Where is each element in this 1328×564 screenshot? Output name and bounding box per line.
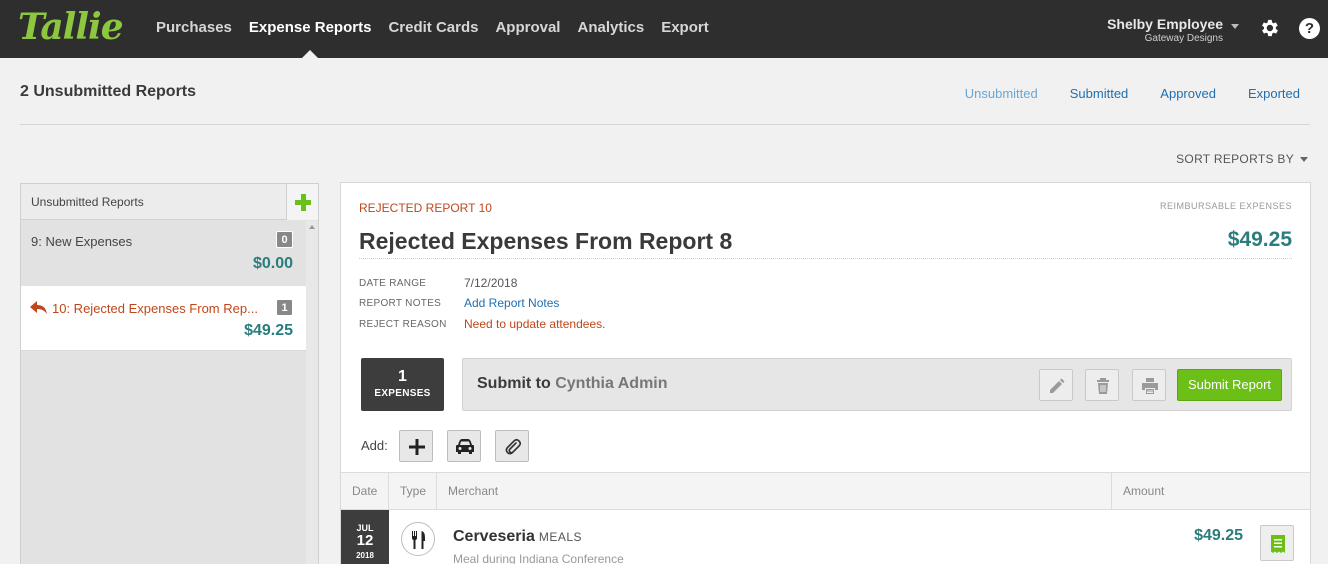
nav-expense-reports[interactable]: Expense Reports: [249, 0, 371, 58]
page-title: 2 Unsubmitted Reports: [20, 83, 197, 100]
top-nav-bar: Tallie Purchases Expense Reports Credit …: [0, 0, 1328, 58]
add-report-notes-link[interactable]: Add Report Notes: [464, 296, 559, 310]
rejected-reply-icon: [30, 301, 47, 314]
date-range-value: 7/12/2018: [464, 276, 518, 290]
sidebar-header: Unsubmitted Reports: [21, 184, 318, 220]
expense-count-box: 1 EXPENSES: [361, 358, 444, 411]
tab-unsubmitted[interactable]: Unsubmitted: [965, 86, 1038, 101]
tallie-logo[interactable]: Tallie: [18, 6, 124, 48]
submit-bar: Submit to Cynthia Admin Submit Report: [462, 358, 1292, 411]
sort-label: SORT REPORTS BY: [1176, 152, 1294, 166]
tab-exported[interactable]: Exported: [1248, 86, 1300, 101]
trash-icon: [1097, 378, 1109, 394]
report-total: $49.25: [1227, 228, 1292, 251]
add-mileage-button[interactable]: [447, 430, 481, 462]
receipt-icon: [1271, 535, 1285, 553]
column-header-date[interactable]: Date: [341, 473, 389, 509]
user-menu[interactable]: Shelby Employee Gateway Designs: [1107, 16, 1223, 44]
submit-report-button[interactable]: Submit Report: [1177, 369, 1282, 401]
add-report-button[interactable]: [286, 184, 318, 220]
title-divider: [359, 258, 1292, 259]
main-nav: Purchases Expense Reports Credit Cards A…: [156, 0, 726, 58]
expense-day: 12: [356, 532, 374, 549]
print-report-button[interactable]: [1132, 369, 1166, 401]
approver-name[interactable]: Cynthia Admin: [555, 375, 667, 392]
submit-prefix: Submit to: [477, 375, 551, 392]
tab-submitted[interactable]: Submitted: [1070, 86, 1129, 101]
nav-purchases[interactable]: Purchases: [156, 0, 232, 58]
scroll-up-icon[interactable]: [309, 225, 315, 229]
report-amount: $0.00: [252, 255, 293, 272]
user-name: Shelby Employee: [1107, 16, 1223, 32]
nav-credit-cards[interactable]: Credit Cards: [388, 0, 478, 58]
status-tabs: Unsubmitted Submitted Approved Exported: [933, 86, 1300, 101]
expense-description: Meal during Indiana Conference: [453, 552, 624, 564]
sidebar-scrollbar[interactable]: [306, 221, 318, 564]
view-receipt-button[interactable]: [1260, 525, 1294, 561]
add-label: Add:: [361, 438, 388, 453]
delete-report-button[interactable]: [1085, 369, 1119, 401]
reports-sidebar: Unsubmitted Reports 9: New Expenses 0 $0…: [20, 183, 319, 564]
attach-receipt-button[interactable]: [495, 430, 529, 462]
expense-count-badge: 0: [276, 231, 293, 248]
pencil-icon: [1050, 378, 1065, 393]
report-list-item[interactable]: 9: New Expenses 0 $0.00: [21, 221, 307, 286]
nav-approval[interactable]: Approval: [495, 0, 560, 58]
expense-table-header: Date Type Merchant Amount: [341, 472, 1310, 510]
header-divider: [20, 124, 1310, 125]
report-name: 9: New Expenses: [31, 234, 133, 249]
report-detail-card: REJECTED REPORT 10 REIMBURSABLE EXPENSES…: [340, 182, 1311, 564]
column-header-merchant[interactable]: Merchant: [437, 473, 1111, 509]
expense-count-label: EXPENSES: [374, 388, 431, 399]
date-range-label: DATE RANGE: [359, 278, 427, 289]
plus-icon: [409, 439, 425, 455]
report-title: Rejected Expenses From Report 8: [359, 228, 733, 254]
submit-to-text: Submit to Cynthia Admin: [477, 375, 668, 393]
report-list-item-selected[interactable]: 10: Rejected Expenses From Rep... 1 $49.…: [21, 286, 307, 351]
help-icon[interactable]: ?: [1299, 18, 1320, 39]
expense-category: MEALS: [538, 530, 583, 544]
expense-year: 2018: [356, 551, 374, 560]
nav-export[interactable]: Export: [661, 0, 709, 58]
printer-icon: [1142, 378, 1158, 394]
tab-approved[interactable]: Approved: [1160, 86, 1216, 101]
report-notes-label: REPORT NOTES: [359, 298, 442, 309]
expense-count: 1: [398, 368, 407, 385]
expense-count-badge: 1: [276, 299, 293, 316]
column-header-type[interactable]: Type: [389, 473, 437, 509]
car-icon: [456, 439, 474, 454]
column-header-amount[interactable]: Amount: [1111, 473, 1310, 509]
fork-knife-icon: [412, 531, 425, 549]
report-amount: $49.25: [244, 322, 293, 339]
expense-amount: $49.25: [1194, 527, 1243, 544]
user-org: Gateway Designs: [1144, 33, 1223, 44]
meal-type-icon: [401, 522, 435, 556]
paperclip-icon: [505, 438, 522, 455]
edit-report-button[interactable]: [1039, 369, 1073, 401]
reject-reason-value: Need to update attendees.: [464, 317, 606, 331]
reject-reason-label: REJECT REASON: [359, 319, 447, 330]
sidebar-title: Unsubmitted Reports: [31, 195, 144, 209]
gear-icon[interactable]: [1258, 17, 1280, 39]
table-row[interactable]: JUL 12 2018 Cerveseria MEALS Meal during …: [341, 510, 1310, 564]
reimbursable-label: REIMBURSABLE EXPENSES: [1159, 201, 1292, 211]
report-name: 10: Rejected Expenses From Rep...: [52, 301, 258, 316]
sort-reports-dropdown[interactable]: SORT REPORTS BY: [1176, 152, 1308, 166]
chevron-down-icon[interactable]: [1231, 24, 1239, 29]
expense-date: JUL 12 2018: [341, 510, 389, 564]
chevron-down-icon: [1300, 157, 1308, 163]
merchant-title: Cerveseria: [453, 528, 535, 545]
merchant-name: Cerveseria MEALS: [453, 528, 582, 546]
add-expense-button[interactable]: [399, 430, 433, 462]
report-status-label: REJECTED REPORT 10: [359, 201, 492, 215]
nav-analytics[interactable]: Analytics: [577, 0, 644, 58]
